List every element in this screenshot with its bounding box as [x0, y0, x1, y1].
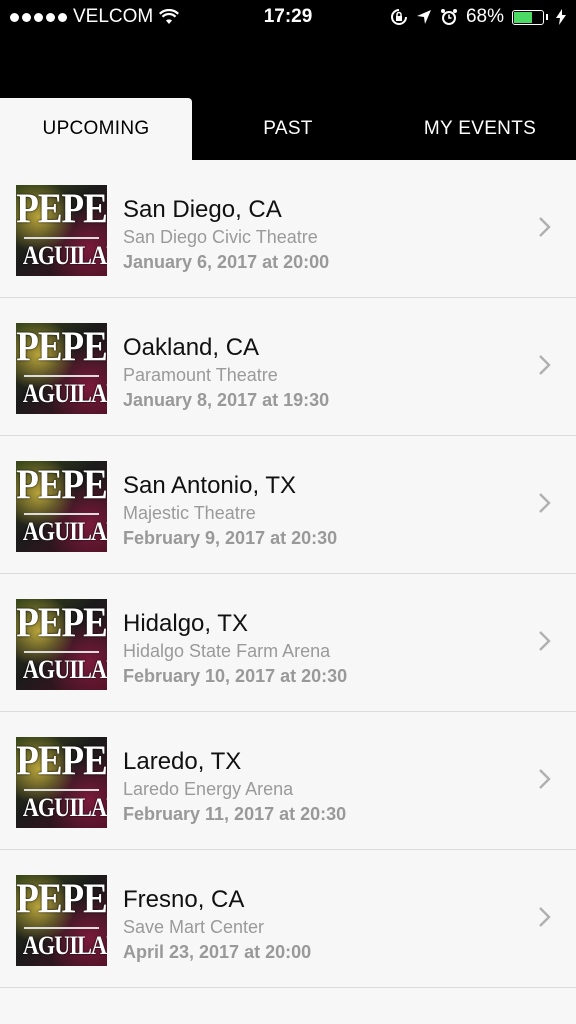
event-date: February 11, 2017 at 20:30 — [123, 804, 347, 824]
event-date: April 23, 2017 at 20:00 — [123, 942, 312, 962]
tab-upcoming[interactable]: UPCOMING — [0, 98, 192, 160]
alarm-icon — [440, 9, 457, 25]
event-row-laredo[interactable]: PEPE AGUILAR Laredo, TX Laredo Energy Ar… — [0, 712, 576, 850]
event-venue: Majestic Theatre — [123, 503, 256, 523]
tab-my-events[interactable]: MY EVENTS — [384, 98, 576, 160]
tab-past[interactable]: PAST — [192, 98, 384, 160]
event-thumbnail: PEPE AGUILAR — [16, 737, 107, 828]
charging-icon — [556, 9, 566, 25]
event-thumbnail: PEPE AGUILAR — [16, 185, 107, 276]
event-row-hidalgo[interactable]: PEPE AGUILAR Hidalgo, TX Hidalgo State F… — [0, 574, 576, 712]
chevron-right-icon — [539, 217, 551, 237]
battery-icon — [512, 9, 544, 25]
event-date: February 10, 2017 at 20:30 — [123, 666, 348, 686]
nav-header — [0, 34, 576, 98]
orientation-lock-icon — [390, 9, 407, 25]
status-right: 68% — [390, 6, 566, 28]
tab-bar: UPCOMING PAST MY EVENTS — [0, 98, 576, 160]
event-thumbnail: PEPE AGUILAR — [16, 323, 107, 414]
event-thumbnail: PEPE AGUILAR — [16, 875, 107, 966]
event-date: January 6, 2017 at 20:00 — [123, 252, 330, 272]
battery-percent: 68% — [465, 6, 504, 27]
event-thumbnail: PEPE AGUILAR — [16, 599, 107, 690]
event-city: Laredo, TX — [123, 748, 242, 775]
event-row-oakland[interactable]: PEPE AGUILAR Oakland, CA Paramount Theat… — [0, 298, 576, 436]
event-city: Hidalgo, TX — [123, 610, 248, 637]
event-city: Fresno, CA — [123, 886, 245, 913]
location-icon — [416, 10, 431, 24]
event-row-fresno[interactable]: PEPE AGUILAR Fresno, CA Save Mart Center… — [0, 850, 576, 988]
event-city: San Diego, CA — [123, 196, 282, 223]
chevron-right-icon — [539, 355, 551, 375]
battery-nub — [546, 14, 548, 20]
event-row-san-diego[interactable]: PEPE AGUILAR San Diego, CA San Diego Civ… — [0, 160, 576, 298]
event-date: January 8, 2017 at 19:30 — [123, 390, 330, 410]
event-row-san-antonio[interactable]: PEPE AGUILAR San Antonio, TX Majestic Th… — [0, 436, 576, 574]
event-city: Oakland, CA — [123, 334, 260, 361]
event-venue: Paramount Theatre — [123, 365, 278, 385]
chevron-right-icon — [539, 493, 551, 513]
event-venue: Laredo Energy Arena — [123, 779, 294, 799]
event-date: February 9, 2017 at 20:30 — [123, 528, 338, 548]
chevron-right-icon — [539, 631, 551, 651]
event-list: PEPE AGUILAR San Diego, CA San Diego Civ… — [0, 160, 576, 988]
event-thumbnail: PEPE AGUILAR — [16, 461, 107, 552]
chevron-right-icon — [539, 769, 551, 789]
event-venue: Hidalgo State Farm Arena — [123, 641, 331, 661]
status-bar: VELCOM 17:29 68% — [0, 0, 576, 34]
event-venue: Save Mart Center — [123, 917, 265, 937]
chevron-right-icon — [539, 907, 551, 927]
event-city: San Antonio, TX — [123, 472, 297, 499]
event-venue: San Diego Civic Theatre — [123, 227, 318, 247]
